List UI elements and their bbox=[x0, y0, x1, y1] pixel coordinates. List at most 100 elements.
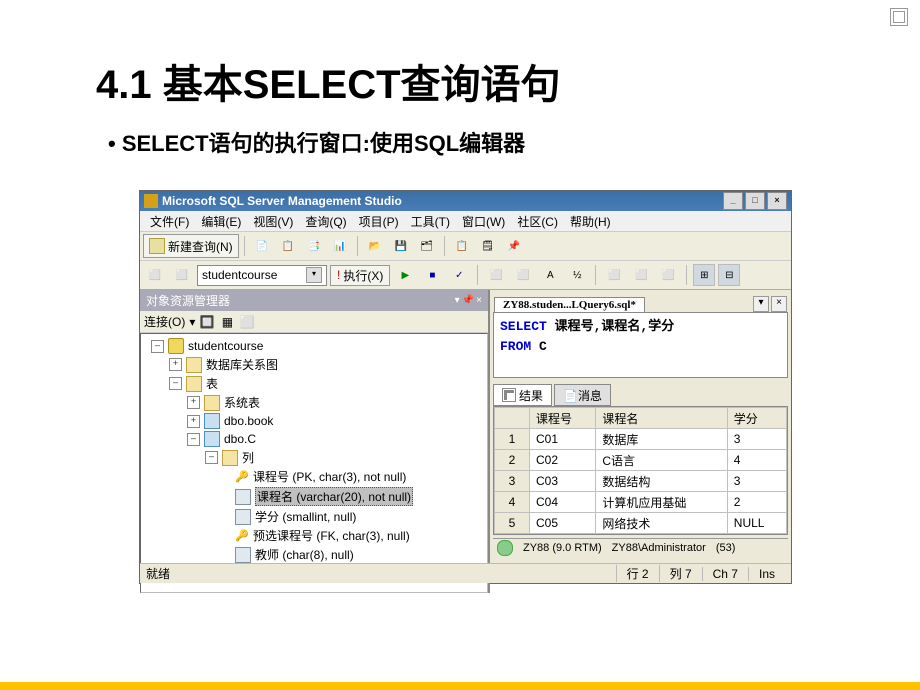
toolbar-icon[interactable]: ⬜ bbox=[629, 263, 653, 287]
toolbar-icon[interactable]: 📂 bbox=[363, 234, 387, 258]
database-combo[interactable]: studentcourse ▾ bbox=[197, 265, 327, 286]
object-tree[interactable]: –studentcourse +数据库关系图 –表 +系统表 +dbo.book… bbox=[140, 333, 488, 593]
editor-tabbar: ZY88.studen...LQuery6.sql* ▾ × bbox=[490, 290, 791, 312]
menubar: 文件(F) 编辑(E) 视图(V) 查询(Q) 项目(P) 工具(T) 窗口(W… bbox=[140, 211, 791, 232]
header-col3: 学分 bbox=[727, 408, 786, 429]
results-area: 结果 📄消息 课程号 课程名 学分 1C01数据库3 2C bbox=[493, 384, 788, 557]
panel-close-icon[interactable]: × bbox=[476, 295, 482, 306]
editor-panel: ZY88.studen...LQuery6.sql* ▾ × SELECT 课程… bbox=[490, 290, 791, 593]
minimize-button[interactable]: _ bbox=[723, 192, 743, 210]
table-row: 5C05网络技术NULL bbox=[495, 513, 787, 534]
menu-community[interactable]: 社区(C) bbox=[511, 213, 564, 230]
object-explorer-toolbar: 连接(O)▾ 🔲 ▦ ⬜ bbox=[140, 311, 488, 333]
execute-label: 执行(X) bbox=[343, 267, 383, 284]
sql-columns: 课程号,课程名,学分 bbox=[547, 319, 674, 334]
toolbar-icon[interactable]: 📊 bbox=[328, 234, 352, 258]
menu-tools[interactable]: 工具(T) bbox=[405, 213, 456, 230]
sql-table: C bbox=[531, 339, 547, 354]
app-icon bbox=[144, 194, 158, 208]
connect-label[interactable]: 连接(O) bbox=[144, 313, 185, 330]
corner-cell bbox=[495, 408, 530, 429]
tab-messages[interactable]: 📄消息 bbox=[554, 384, 611, 406]
toolbar-icon[interactable]: ⬜ bbox=[484, 263, 508, 287]
table-row: 2C02C语言4 bbox=[495, 450, 787, 471]
toolbar-icon[interactable]: 📑 bbox=[302, 234, 326, 258]
status-ins: Ins bbox=[748, 567, 785, 581]
panel-dropdown-icon[interactable]: ▾ bbox=[455, 295, 460, 306]
toolbar-icon[interactable]: ½ bbox=[565, 263, 589, 287]
execute-icon: ! bbox=[337, 268, 340, 282]
toolbar-icon[interactable]: ⊟ bbox=[718, 264, 740, 286]
subtitle-text: SELECT语句的执行窗口:使用SQL编辑器 bbox=[122, 131, 525, 156]
toolbar-icon[interactable]: 📋 bbox=[450, 234, 474, 258]
execute-button[interactable]: ! 执行(X) bbox=[330, 265, 390, 286]
tree-col-2: 课程名 (varchar(20), not null) bbox=[141, 486, 487, 507]
maximize-button[interactable]: □ bbox=[745, 192, 765, 210]
toolbar-icon[interactable]: 🗒 bbox=[476, 234, 500, 258]
menu-window[interactable]: 窗口(W) bbox=[456, 213, 511, 230]
toolbar-icon[interactable]: ⬜ bbox=[170, 263, 194, 287]
tree-col-3: 学分 (smallint, null) bbox=[141, 507, 487, 526]
menu-view[interactable]: 视图(V) bbox=[247, 213, 299, 230]
status-user: ZY88\Administrator bbox=[612, 542, 706, 554]
panel-pin-icon[interactable]: 📌 bbox=[462, 295, 474, 306]
close-button[interactable]: × bbox=[767, 192, 787, 210]
kw-from: FROM bbox=[500, 339, 531, 354]
toolbar-icon[interactable]: ⬜ bbox=[656, 263, 680, 287]
toolbar-icon[interactable]: A bbox=[538, 263, 562, 287]
check-button[interactable]: ✓ bbox=[447, 263, 471, 287]
tree-systables: +系统表 bbox=[141, 393, 487, 412]
menu-file[interactable]: 文件(F) bbox=[144, 213, 195, 230]
header-col2: 课程名 bbox=[596, 408, 727, 429]
tab-dropdown-icon[interactable]: ▾ bbox=[753, 296, 769, 312]
tree-col-1: 🔑课程号 (PK, char(3), not null) bbox=[141, 467, 487, 486]
toolbar-icon[interactable]: ⊞ bbox=[693, 264, 715, 286]
filter-icon[interactable]: ▦ bbox=[219, 314, 235, 330]
stop-button[interactable]: ■ bbox=[420, 263, 444, 287]
toolbar-icon[interactable]: ⬜ bbox=[602, 263, 626, 287]
status-line: 行 2 bbox=[616, 565, 659, 582]
toolbar-icon[interactable]: 📌 bbox=[502, 234, 526, 258]
new-query-icon bbox=[149, 238, 165, 254]
object-explorer-panel: 对象资源管理器 ▾ 📌 × 连接(O)▾ 🔲 ▦ ⬜ –studentcours… bbox=[140, 290, 490, 593]
result-tabs: 结果 📄消息 bbox=[493, 384, 788, 406]
header-col1: 课程号 bbox=[530, 408, 596, 429]
tree-diagrams: +数据库关系图 bbox=[141, 355, 487, 374]
parse-button[interactable]: ▶ bbox=[393, 263, 417, 287]
titlebar: Microsoft SQL Server Management Studio _… bbox=[140, 191, 791, 211]
slide-subtitle: • SELECT语句的执行窗口:使用SQL编辑器 bbox=[0, 110, 920, 158]
slide-title: 4.1 基本SELECT查询语句 bbox=[0, 0, 920, 110]
editor-tab[interactable]: ZY88.studen...LQuery6.sql* bbox=[494, 297, 645, 312]
window-title: Microsoft SQL Server Management Studio bbox=[162, 194, 402, 208]
toolbar-icon[interactable]: ⬜ bbox=[143, 263, 167, 287]
tab-close-icon[interactable]: × bbox=[771, 296, 787, 312]
slide: 4.1 基本SELECT查询语句 • SELECT语句的执行窗口:使用SQL编辑… bbox=[0, 0, 920, 690]
toolbar-icon[interactable]: ⬜ bbox=[511, 263, 535, 287]
panel-header-controls: ▾ 📌 × bbox=[455, 295, 482, 306]
result-grid[interactable]: 课程号 课程名 学分 1C01数据库3 2C02C语言4 3C03数据结构3 4… bbox=[493, 406, 788, 535]
toolbar-icon[interactable]: 💾 bbox=[389, 234, 413, 258]
tab-controls: ▾ × bbox=[753, 296, 787, 312]
menu-edit[interactable]: 编辑(E) bbox=[195, 213, 247, 230]
stop-icon[interactable]: ⬜ bbox=[239, 314, 255, 330]
object-explorer-header: 对象资源管理器 ▾ 📌 × bbox=[140, 290, 488, 311]
new-query-button[interactable]: 新建查询(N) bbox=[143, 234, 239, 258]
corner-decoration bbox=[890, 8, 908, 26]
database-selected: studentcourse bbox=[202, 268, 277, 282]
menu-project[interactable]: 项目(P) bbox=[353, 213, 405, 230]
bullet: • bbox=[108, 131, 122, 156]
toolbar-icon[interactable]: 🗂 bbox=[415, 234, 439, 258]
kw-select: SELECT bbox=[500, 319, 547, 334]
ssms-window: Microsoft SQL Server Management Studio _… bbox=[139, 190, 792, 584]
menu-help[interactable]: 帮助(H) bbox=[564, 213, 617, 230]
tree-c: –dbo.C bbox=[141, 430, 487, 448]
table-row: 1C01数据库3 bbox=[495, 429, 787, 450]
status-ch: Ch 7 bbox=[702, 567, 748, 581]
toolbar-icon[interactable]: 📄 bbox=[250, 234, 274, 258]
toolbar-icon[interactable]: 📋 bbox=[276, 234, 300, 258]
menu-query[interactable]: 查询(Q) bbox=[299, 213, 352, 230]
tab-results[interactable]: 结果 bbox=[493, 384, 552, 406]
refresh-icon[interactable]: 🔲 bbox=[199, 314, 215, 330]
sql-editor[interactable]: SELECT 课程号,课程名,学分 FROM C bbox=[493, 312, 788, 378]
tree-col-5: 教师 (char(8), null) bbox=[141, 545, 487, 564]
